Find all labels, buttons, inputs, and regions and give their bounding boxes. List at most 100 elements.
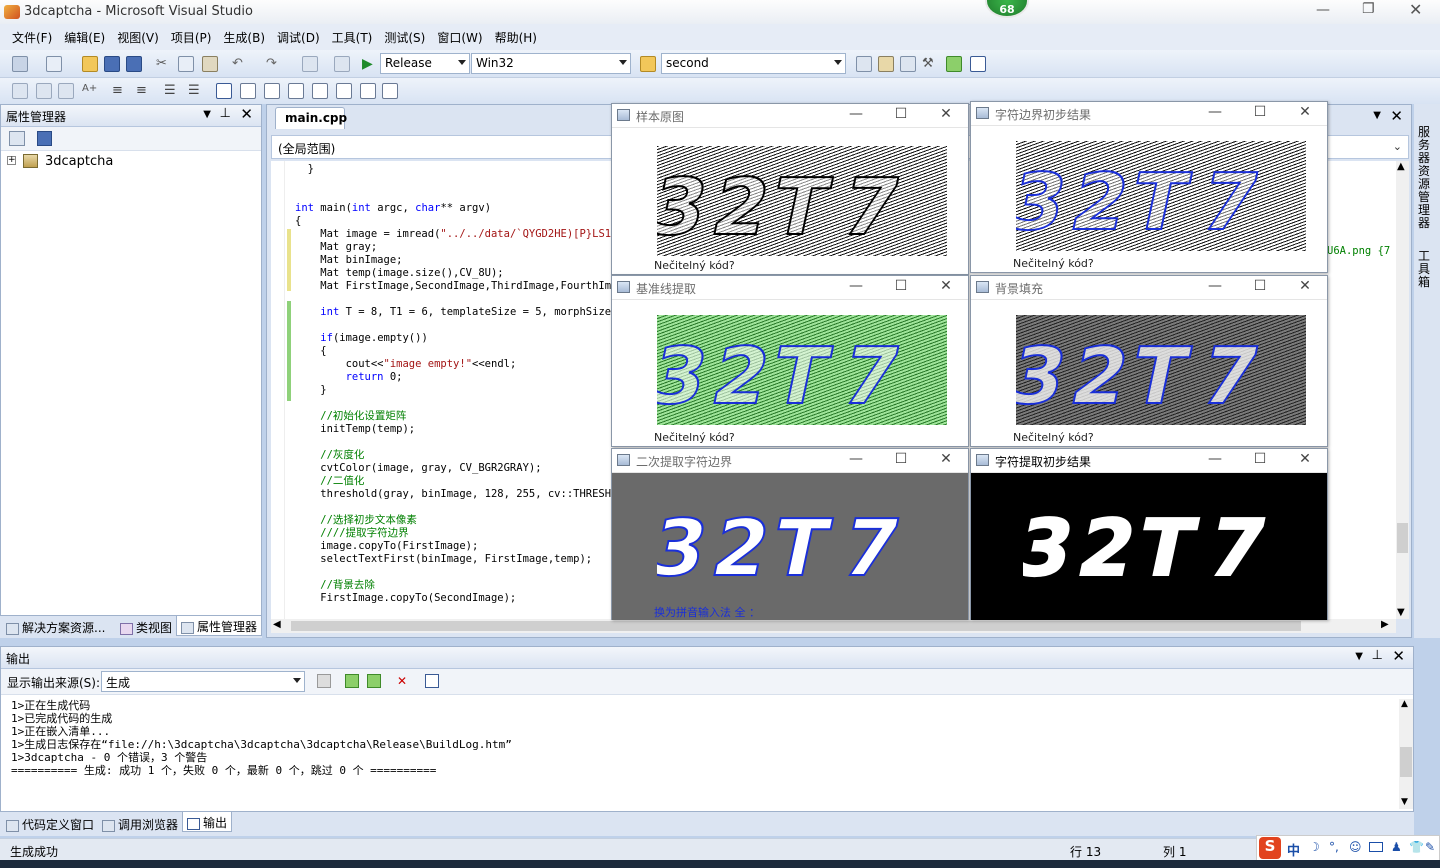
close-icon[interactable]: ✕ [936,278,956,294]
window-titlebar[interactable]: 基准线提取 — ☐ ✕ [612,276,968,300]
new-project-icon[interactable] [12,56,28,72]
minimize-button[interactable]: — [1316,2,1330,18]
image-window[interactable]: 字符边界初步结果 — ☐ ✕ 32T7 Nečitelný kód? [970,101,1328,273]
save-icon[interactable] [104,56,120,72]
ime-toolbar[interactable]: S 中 ☽ °, ☺ ♟ 👕 ✎ [1256,835,1440,861]
find-in-files-icon[interactable] [640,56,656,72]
menu-item[interactable]: 调试(D) [271,29,326,46]
menu-item[interactable]: 帮助(H) [489,29,543,46]
copy-icon[interactable] [178,56,194,72]
menu-item[interactable]: 生成(B) [217,29,271,46]
minimize-icon[interactable]: — [846,278,866,294]
member-list-icon[interactable] [12,83,28,99]
increase-indent-icon[interactable]: ≡ [136,83,152,99]
clear-bookmarks-icon[interactable] [382,83,398,99]
save-icon[interactable] [37,131,52,146]
sogou-logo-icon[interactable]: S [1259,837,1281,859]
ime-mode[interactable]: 中 [1287,840,1300,859]
scroll-thumb[interactable] [1397,523,1408,553]
image-window[interactable]: 基准线提取 — ☐ ✕ 32T7 Nečitelný kód? [611,275,969,447]
start-page-icon[interactable] [946,56,962,72]
menu-item[interactable]: 窗口(W) [431,29,488,46]
cut-icon[interactable]: ✂ [156,56,172,72]
dropdown-icon[interactable]: ▼ [203,109,211,120]
properties-icon[interactable] [878,56,894,72]
scroll-up-icon[interactable]: ▲ [1397,161,1405,172]
punctuation-icon[interactable]: °, [1329,840,1339,854]
menu-item[interactable]: 工具(T) [326,29,379,46]
add-property-sheet-icon[interactable] [9,131,25,146]
clear-all-icon[interactable]: ✕ [397,674,411,688]
quick-info-icon[interactable] [58,83,74,99]
scroll-thumb[interactable] [1400,747,1412,777]
menu-item[interactable]: 视图(V) [111,29,165,46]
close-button[interactable]: ✕ [1409,0,1422,19]
toolbox-icon[interactable]: ⚒ [922,56,938,72]
navigate-back-icon[interactable] [302,56,318,72]
window-titlebar[interactable]: 字符提取初步结果 — ☐ ✕ [971,449,1327,473]
toggle-bookmark-icon[interactable] [216,83,232,99]
close-icon[interactable]: ✕ [1392,647,1405,665]
image-window[interactable]: 二次提取字符边界 — ☐ ✕ 32T7 换为拼音输入法 全 ： [611,448,969,620]
output-source-select[interactable]: 生成 [101,671,305,692]
close-icon[interactable]: ✕ [936,106,956,122]
next-bookmark-doc-icon[interactable] [360,83,376,99]
tools-icon[interactable]: ✎ [1425,840,1435,854]
next-message-icon[interactable] [367,674,381,688]
maximize-icon[interactable]: ☐ [891,106,911,122]
minimize-icon[interactable]: — [1205,104,1225,120]
restore-button[interactable]: ❐ [1362,1,1375,17]
tree-item-project[interactable]: + 3dcaptcha [1,153,261,173]
comment-icon[interactable]: ☰ [164,83,180,99]
tab-call-browser[interactable]: 调用浏览器 [98,814,182,834]
close-icon[interactable]: ✕ [1295,104,1315,120]
save-all-icon[interactable] [126,56,142,72]
next-bookmark-folder-icon[interactable] [312,83,328,99]
close-icon[interactable]: ✕ [936,451,956,467]
close-icon[interactable]: ✕ [240,105,253,123]
expand-icon[interactable]: + [7,156,16,165]
tab-code-definition[interactable]: 代码定义窗口 [2,814,98,834]
minimize-icon[interactable]: — [1205,451,1225,467]
complete-word-icon[interactable]: A+ [82,83,98,99]
menu-item[interactable]: 文件(F) [6,29,58,46]
word-wrap-icon[interactable] [425,674,439,688]
add-item-icon[interactable] [46,56,62,72]
editor-close-icon[interactable]: ✕ [1390,107,1403,125]
minimize-icon[interactable]: — [846,106,866,122]
maximize-icon[interactable]: ☐ [891,451,911,467]
scroll-up-icon[interactable]: ▲ [1401,699,1408,709]
output-text[interactable]: 1>正在生成代码 1>已完成代码的生成 1>正在嵌入清单... 1>生成日志保存在“f… [11,699,512,777]
notification-badge[interactable]: 68 [985,0,1029,18]
scroll-down-icon[interactable]: ▼ [1401,797,1408,807]
maximize-icon[interactable]: ☐ [1250,104,1270,120]
prev-bookmark-icon[interactable] [240,83,256,99]
minimize-icon[interactable]: — [1205,278,1225,294]
close-icon[interactable]: ✕ [1295,278,1315,294]
next-bookmark-icon[interactable] [264,83,280,99]
menu-item[interactable]: 编辑(E) [58,29,111,46]
half-width-icon[interactable]: ☽ [1309,840,1320,854]
menu-item[interactable]: 测试(S) [378,29,431,46]
toolbox-tab[interactable]: 工具箱 [1418,250,1436,289]
pin-icon[interactable]: ⊥ [1372,648,1383,663]
image-window[interactable]: 背景填充 — ☐ ✕ 32T7 Nečitelný kód? [970,275,1328,447]
command-window-icon[interactable] [970,56,986,72]
pin-icon[interactable]: ⊥ [220,106,231,121]
decrease-indent-icon[interactable]: ≡ [112,83,128,99]
skin-icon[interactable]: 👕 [1409,840,1424,854]
platform-select[interactable]: Win32 [471,53,631,74]
undo-icon[interactable]: ↶ [232,56,248,72]
image-window[interactable]: 样本原图 — ☐ ✕ 32T7 Nečitelný kód? [611,103,969,275]
scroll-right-icon[interactable]: ▶ [1381,619,1389,630]
paste-icon[interactable] [202,56,218,72]
configuration-select[interactable]: Release [380,53,470,74]
start-debug-icon[interactable]: ▶ [362,56,378,72]
find-message-icon[interactable] [317,674,331,688]
editor-dropdown-icon[interactable]: ▼ [1373,110,1381,121]
code-text[interactable]: } int main(int argc, char** argv){ Mat im… [295,163,636,605]
horizontal-scrollbar[interactable]: ◀ ▶ [271,619,1396,633]
image-window[interactable]: 字符提取初步结果 — ☐ ✕ 32T7 [970,448,1328,620]
output-scrollbar[interactable]: ▲ ▼ [1399,699,1413,809]
find-combo[interactable]: second [661,53,846,74]
